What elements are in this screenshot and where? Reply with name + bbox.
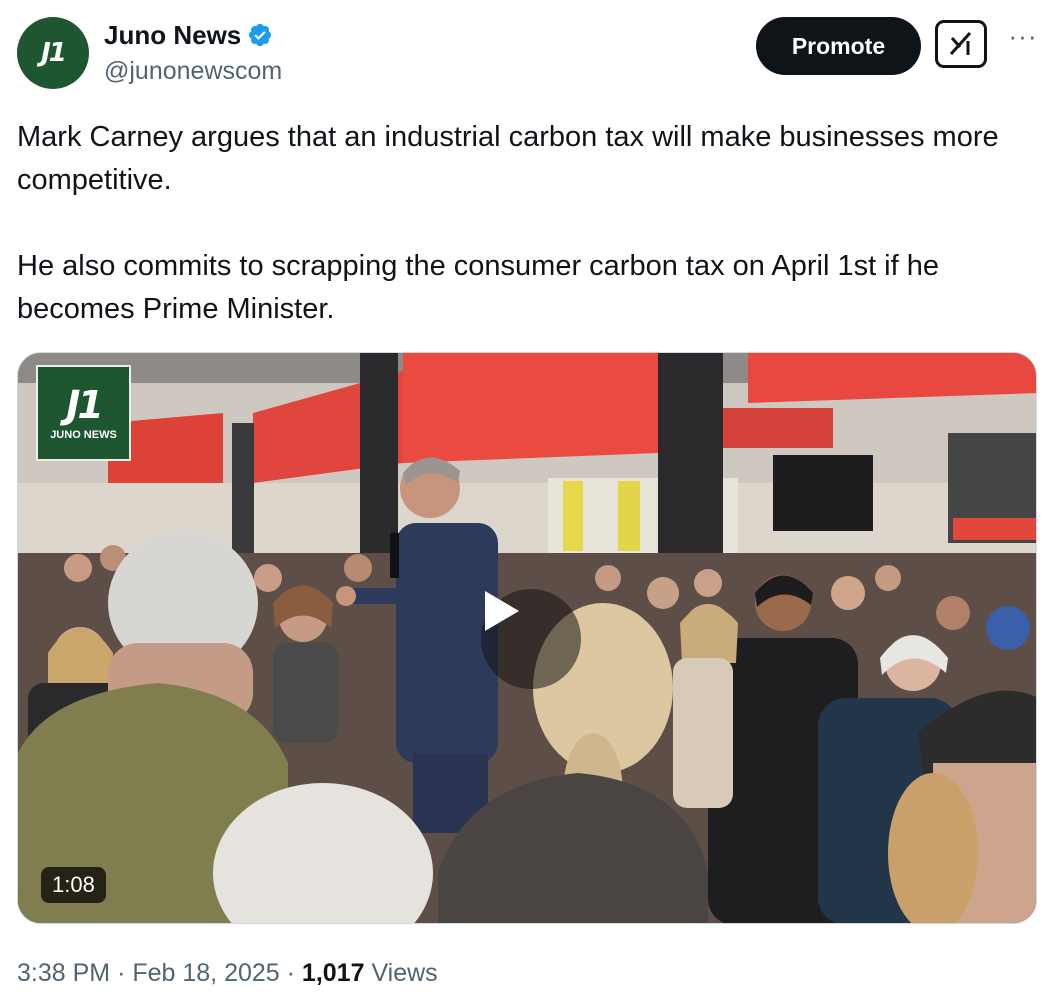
author-avatar[interactable]: J1 xyxy=(17,17,89,89)
tweet-date[interactable]: Feb 18, 2025 xyxy=(132,959,279,987)
tweet-time[interactable]: 3:38 PM xyxy=(17,959,110,987)
meta-separator: · xyxy=(117,959,126,987)
play-icon xyxy=(485,591,519,631)
tweet-card: J1 Juno News @junonewscom Promote ··· Ma… xyxy=(0,0,1064,1004)
logo-mark-text: J1 xyxy=(66,383,104,427)
tweet-paragraph-1: Mark Carney argues that an industrial ca… xyxy=(17,121,999,196)
tweet-metadata: 3:38 PM · Feb 18, 2025 · 1,017 Views xyxy=(17,956,438,990)
avatar-logo-text: J1 xyxy=(41,38,67,68)
tweet-paragraph-2: He also commits to scrapping the consume… xyxy=(17,250,939,325)
views-count[interactable]: 1,017 xyxy=(302,959,365,987)
juno-news-logo: J1 JUNO NEWS xyxy=(36,365,131,461)
author-handle[interactable]: @junonewscom xyxy=(104,56,282,86)
video-duration-badge: 1:08 xyxy=(41,867,106,903)
views-label[interactable]: Views xyxy=(371,959,437,987)
more-options-icon: ··· xyxy=(1008,21,1038,51)
grok-icon xyxy=(949,31,972,56)
verified-badge-icon xyxy=(249,23,272,47)
meta-separator: · xyxy=(286,959,295,987)
promote-button[interactable]: Promote xyxy=(756,17,921,75)
author-name-text: Juno News xyxy=(104,20,242,50)
more-options-button[interactable]: ··· xyxy=(1003,21,1043,62)
tweet-text: Mark Carney argues that an industrial ca… xyxy=(17,116,1037,331)
author-name[interactable]: Juno News xyxy=(104,20,273,50)
logo-word-text: JUNO NEWS xyxy=(50,429,117,441)
grok-button[interactable] xyxy=(935,20,987,68)
play-button[interactable] xyxy=(481,589,581,689)
video-player[interactable]: J1 JUNO NEWS 1:08 xyxy=(17,352,1037,924)
